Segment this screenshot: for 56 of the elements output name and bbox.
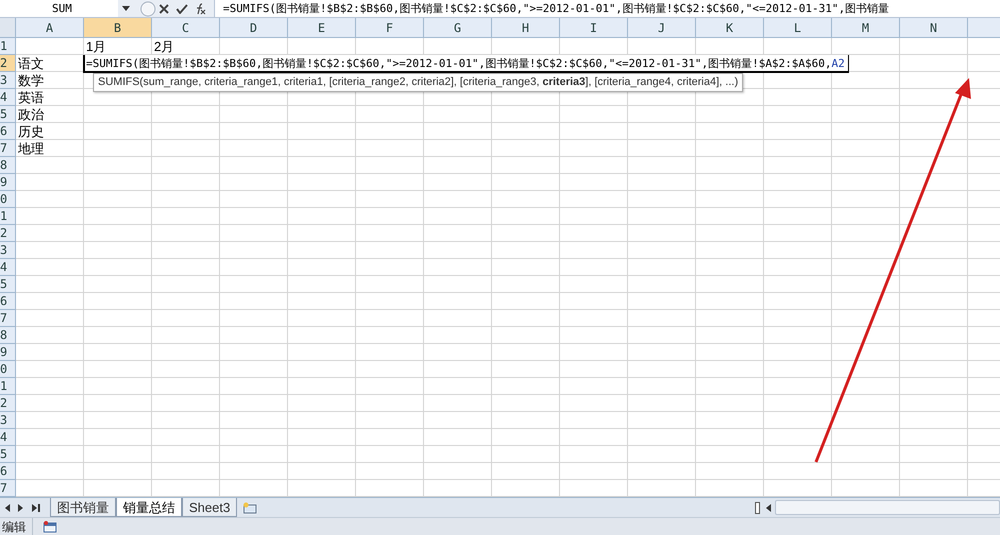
row-header[interactable]: 2 (0, 55, 16, 72)
macro-record-icon[interactable] (43, 520, 57, 532)
row-header[interactable]: 5 (0, 446, 16, 463)
cell-text: 2月 (154, 38, 174, 55)
row-header[interactable]: 1 (0, 208, 16, 225)
row-header[interactable]: 8 (0, 157, 16, 174)
cell-text: 语文 (18, 55, 44, 72)
row-header[interactable]: 7 (0, 310, 16, 327)
function-icon[interactable] (194, 2, 206, 14)
row-header[interactable]: 7 (0, 140, 16, 157)
name-box[interactable]: SUM (0, 0, 118, 17)
first-sheet-icon[interactable] (4, 504, 10, 512)
row-header[interactable]: 3 (0, 242, 16, 259)
row-header[interactable]: 2 (0, 225, 16, 242)
row-header[interactable]: 8 (0, 327, 16, 344)
last-sheet-icon[interactable] (32, 504, 40, 512)
sheet-tab[interactable]: Sheet3 (182, 498, 238, 517)
row-header[interactable]: 9 (0, 344, 16, 361)
sheet-tab[interactable]: 图书销量 (50, 498, 116, 517)
row-header[interactable]: 6 (0, 293, 16, 310)
row-header[interactable]: 5 (0, 106, 16, 123)
row-header[interactable]: 4 (0, 429, 16, 446)
check-icon[interactable] (176, 4, 188, 14)
cell-editor[interactable]: =SUMIFS(图书销量!$B$2:$B$60,图书销量!$C$2:$C$60,">=2012-01-01",图书销量!$C$2:$C$60,"<=2012-01-31",图书销量!$A$2:$A$60,A2 (83, 55, 849, 73)
insert-sheet-icon[interactable] (243, 502, 258, 514)
row-header[interactable]: 0 (0, 191, 16, 208)
row-header[interactable]: 4 (0, 259, 16, 276)
cell-text: 历史 (18, 123, 44, 140)
cell-text: 英语 (18, 89, 44, 106)
row-header[interactable]: 7 (0, 480, 16, 497)
status-mode: 编辑 (2, 518, 33, 535)
cell-text: 1月 (86, 38, 106, 55)
row-header[interactable]: 0 (0, 361, 16, 378)
dropdown-arrow-icon[interactable] (122, 6, 130, 11)
formula-input[interactable]: =SUMIFS(图书销量!$B$2:$B$60,图书销量!$C$2:$C$60,">=2012-01-01",图书销量!$C$2:$C$60,"<=2012-01-31",图书销量 (215, 0, 1000, 17)
column-header[interactable]: B (84, 18, 152, 37)
next-sheet-icon[interactable] (18, 504, 24, 512)
cancel-icon[interactable] (159, 4, 169, 14)
horizontal-scrollbar[interactable] (775, 500, 1000, 515)
function-tooltip: SUMIFS(sum_range, criteria_range1, criteria1, [criteria_range2, criteria2], [criteria_range3, criteria3], [criteria_range4, criteria4], ...) (93, 73, 744, 92)
row-header[interactable]: 5 (0, 276, 16, 293)
row-header[interactable]: 6 (0, 463, 16, 480)
cell-text: 政治 (18, 106, 44, 123)
row-header[interactable]: 3 (0, 72, 16, 89)
row-header[interactable]: 6 (0, 123, 16, 140)
row-header[interactable]: 1 (0, 378, 16, 395)
row-header[interactable]: 4 (0, 89, 16, 106)
row-header[interactable]: 9 (0, 174, 16, 191)
scroll-left-icon[interactable] (766, 504, 771, 512)
cell-text: 地理 (18, 140, 44, 157)
row-header[interactable]: 1 (0, 38, 16, 55)
sheet-tab[interactable]: 销量总结 (116, 498, 182, 517)
row-header[interactable]: 3 (0, 412, 16, 429)
scroll-split-handle[interactable] (755, 502, 760, 514)
cell-text: 数学 (18, 72, 44, 89)
row-header[interactable]: 2 (0, 395, 16, 412)
